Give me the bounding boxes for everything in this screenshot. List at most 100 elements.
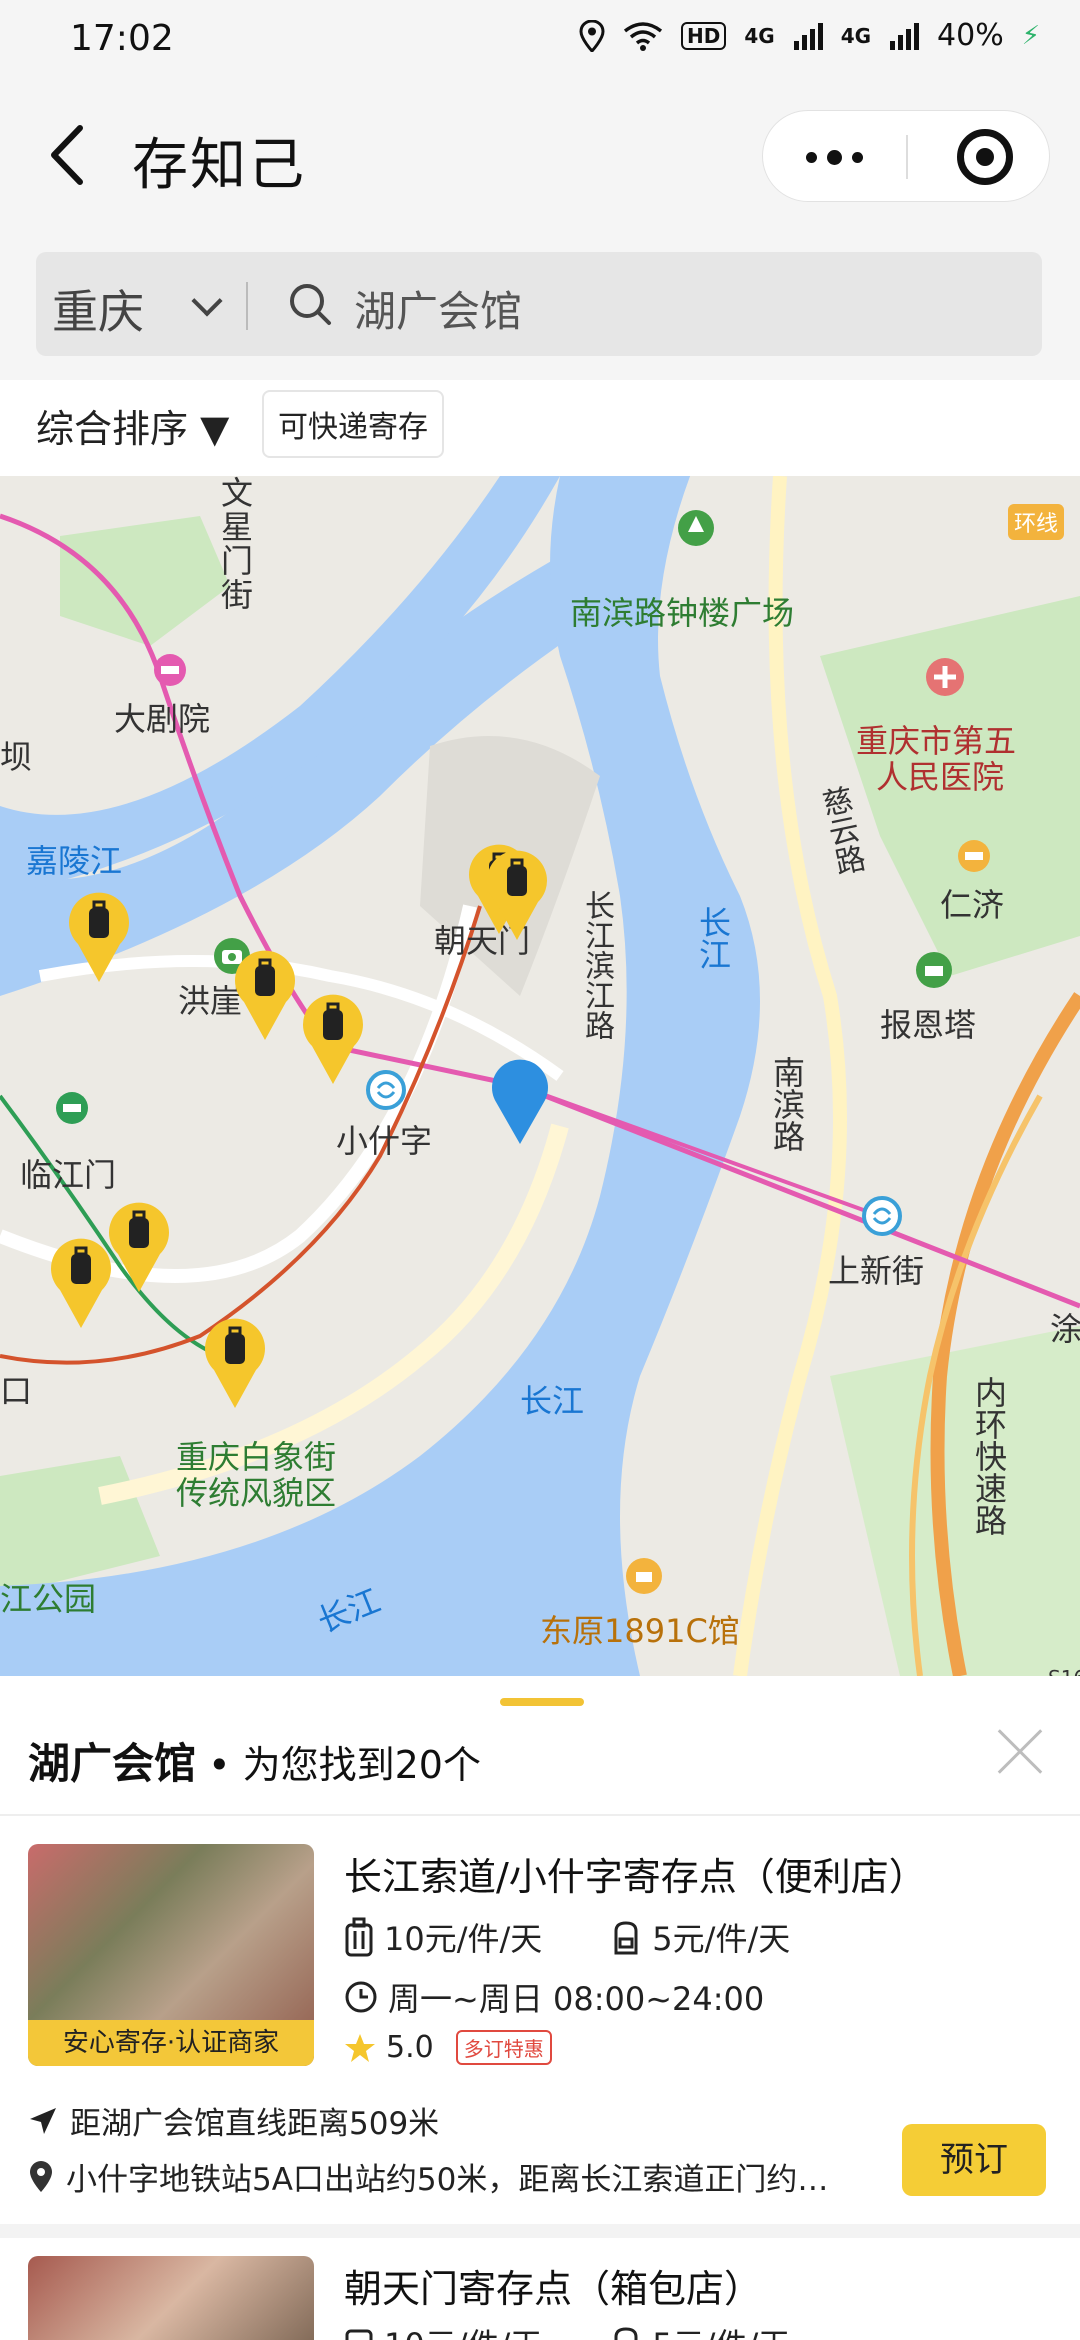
- location-pin-icon: [492, 1059, 548, 1144]
- map-label-ba: 坝: [0, 738, 33, 776]
- star-icon: [345, 2033, 375, 2062]
- map-label-shangxinjie: 上新街: [828, 1252, 925, 1290]
- map-label-nanbinlu: 南滨路: [768, 1056, 806, 1152]
- results-header: 湖广会馆 • 为您找到20个: [28, 1730, 481, 1791]
- map-label-linjiangmen: 临江门: [20, 1156, 117, 1194]
- map-label-jialingjiang: 嘉陵江: [26, 842, 123, 880]
- address-text: 小什字地铁站5A口出站约50米，距离长江索道正门约…: [66, 2162, 829, 2198]
- map-label-huanxian: 环线: [1008, 504, 1065, 540]
- listing-prices: 10元/件/天 5元/件/天: [344, 2320, 790, 2340]
- back-arrow-icon[interactable]: [40, 120, 100, 190]
- navigation-arrow-icon: [30, 2107, 56, 2134]
- interchange-icon: [862, 1196, 902, 1236]
- results-sheet: 湖广会馆 • 为您找到20个 安心寄存·认证商家 长江索道/小什字寄存点（便利店…: [0, 1676, 1080, 2340]
- map-label-dongyuan: 东原1891C馆: [540, 1612, 740, 1650]
- filter-bar: 综合排序 ▼ 可快递寄存: [0, 380, 1080, 476]
- map-label-s16: S16: [1048, 1666, 1080, 1676]
- divider: [0, 2224, 1080, 2238]
- listing-distance: 距湖广会馆直线距离509米: [28, 2098, 439, 2143]
- map-label-changjiang-2: 长江: [520, 1382, 585, 1420]
- map-pin-icon: [30, 2160, 52, 2192]
- status-time: 17:02: [70, 18, 174, 59]
- map-label-baoenta: 报恩塔: [880, 1006, 977, 1044]
- hospital-icon: [926, 658, 964, 696]
- interchange-icon: [366, 1070, 406, 1110]
- distance-text: 距湖广会馆直线距离509米: [70, 2106, 440, 2142]
- location-icon: [579, 19, 605, 52]
- metro-station-icon: [958, 840, 990, 872]
- map-label-jianggongyuan: 江公园: [0, 1580, 97, 1618]
- promo-tag: 多订特惠: [455, 2030, 552, 2065]
- suitcase-icon: [345, 2329, 373, 2340]
- map-label-hospital-2: 人民医院: [876, 758, 1005, 796]
- storage-marker-icon[interactable]: [482, 846, 552, 942]
- verified-badge: 安心寄存·认证商家: [28, 2020, 314, 2066]
- close-miniapp-icon[interactable]: [957, 129, 1013, 185]
- storage-marker-icon[interactable]: [298, 990, 368, 1086]
- listing-prices: 10元/件/天 5元/件/天: [344, 1914, 790, 1960]
- map-label-grand-theatre: 大剧院: [114, 700, 211, 738]
- results-place: 湖广会馆: [28, 1739, 197, 1788]
- listing-rating: 5.0 多订特惠: [344, 2030, 552, 2065]
- map-label-wenxingmenjie: 文星门街: [216, 476, 254, 612]
- signal-bars-icon: [890, 22, 920, 50]
- storage-marker-icon[interactable]: [200, 1314, 270, 1410]
- map-label-tu: 涂: [1050, 1310, 1080, 1348]
- more-menu-icon[interactable]: [763, 111, 906, 203]
- search-box[interactable]: 重庆 湖广会馆: [36, 252, 1042, 356]
- results-count: 为您找到20个: [242, 1743, 481, 1787]
- results-dot: •: [208, 1743, 231, 1787]
- book-button[interactable]: 预订: [902, 2124, 1046, 2196]
- status-bar: 17:02 HD 4G 4G 40% ⚡: [0, 0, 1080, 80]
- storage-marker-icon[interactable]: [230, 946, 300, 1042]
- signal-4g-1: 4G: [744, 23, 775, 48]
- museum-icon: [626, 1558, 662, 1594]
- map-label-changjiang-1: 长江: [694, 906, 732, 970]
- map-label-xiaoshizi: 小什字: [336, 1122, 433, 1160]
- temple-icon: [916, 952, 952, 988]
- hours-text: 周一~周日 08:00~24:00: [388, 1980, 765, 2018]
- express-storage-chip[interactable]: 可快递寄存: [262, 390, 444, 458]
- search-divider: [246, 282, 248, 330]
- listing-thumbnail[interactable]: 安心寄存·认证商家: [28, 1844, 314, 2066]
- suitcase-icon: [345, 1917, 373, 1957]
- storage-marker-icon[interactable]: [64, 888, 134, 984]
- rating-value: 5.0: [386, 2030, 434, 2065]
- close-icon[interactable]: [994, 1726, 1046, 1778]
- miniapp-capsule: [762, 110, 1050, 202]
- price-small: 5元/件/天: [652, 1920, 791, 1958]
- listing-address: 小什字地铁站5A口出站约50米，距离长江索道正门约…: [28, 2154, 828, 2199]
- wifi-icon: [623, 21, 663, 51]
- map-label-changjiang-binjiang: 长江滨江路: [579, 890, 614, 1040]
- backpack-icon: [614, 2327, 638, 2340]
- map-label-renji: 仁济: [940, 886, 1005, 924]
- sheet-drag-handle[interactable]: [500, 1698, 584, 1706]
- price-large: 10元/件/天: [384, 1920, 543, 1958]
- nav-bar: 存知己: [0, 80, 1080, 230]
- metro-station-icon: [154, 654, 186, 686]
- listing-thumbnail[interactable]: [28, 2256, 314, 2340]
- sort-dropdown[interactable]: 综合排序 ▼: [36, 398, 229, 453]
- map-view[interactable]: 环线 南滨路钟楼广场 重庆市第五 人民医院 文星门街 大剧院 坝 嘉陵江 朝天门…: [0, 476, 1080, 1676]
- price-small: 5元/件/天: [652, 2320, 790, 2340]
- status-icons: HD 4G 4G 40% ⚡: [579, 18, 1040, 53]
- listing-name[interactable]: 长江索道/小什字寄存点（便利店）: [344, 1846, 927, 1901]
- signal-4g-2: 4G: [840, 23, 872, 48]
- map-label-nanbin-bell: 南滨路钟楼广场: [570, 594, 795, 632]
- search-icon: [290, 284, 331, 325]
- search-area: 重庆 湖广会馆: [0, 230, 1080, 380]
- storage-marker-icon[interactable]: [46, 1234, 116, 1330]
- search-input[interactable]: 湖广会馆: [354, 278, 522, 339]
- battery-percent: 40%: [937, 18, 1004, 53]
- backpack-icon: [614, 1921, 638, 1955]
- map-label-baixiangjie-2: 传统风貌区: [176, 1474, 337, 1512]
- city-selector[interactable]: 重庆: [52, 276, 144, 342]
- listing-name[interactable]: 朝天门寄存点（箱包店）: [344, 2258, 762, 2313]
- signal-bars-icon: [793, 22, 823, 50]
- metro-station-icon: [56, 1092, 88, 1124]
- page-title: 存知己: [132, 133, 306, 198]
- charging-icon: ⚡: [1021, 20, 1040, 51]
- map-label-kou: 口: [0, 1372, 33, 1410]
- chevron-down-icon[interactable]: [191, 285, 223, 317]
- divider: [0, 1814, 1080, 1816]
